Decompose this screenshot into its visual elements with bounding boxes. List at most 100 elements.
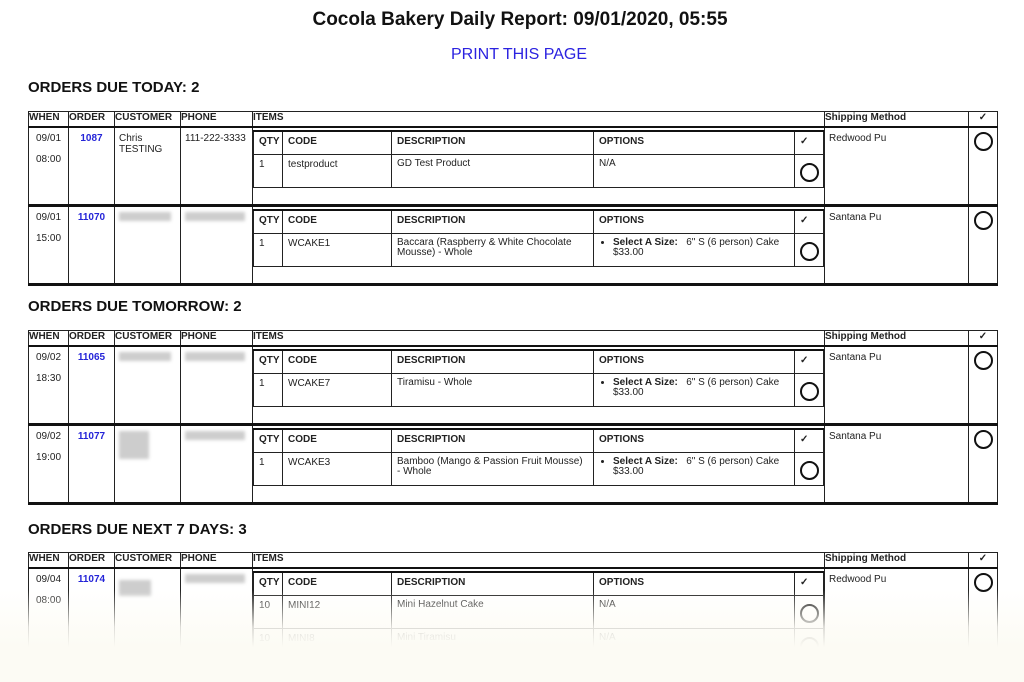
item-row: 10 MINI8 Mini Tiramisu N/A xyxy=(253,628,824,662)
item-check-cell xyxy=(794,628,824,662)
order-number-link[interactable]: 11070 xyxy=(73,212,110,223)
shipping-header: Shipping Method xyxy=(824,330,969,347)
item-check-cell xyxy=(794,595,824,629)
item-options: N/A xyxy=(593,628,795,662)
print-page-link[interactable]: PRINT THIS PAGE xyxy=(0,46,1024,64)
customer-name: Chris TESTING xyxy=(119,133,163,155)
phone-cell xyxy=(180,205,253,286)
redacted-phone xyxy=(185,212,245,221)
section-title: ORDERS DUE NEXT 7 DAYS: 3 xyxy=(28,521,247,538)
order-cell: 11065 xyxy=(68,345,115,426)
item-qty: 1 xyxy=(253,373,283,407)
shipping-cell: Redwood Pu xyxy=(824,567,969,681)
options-header: OPTIONS xyxy=(593,130,795,155)
order-header: ORDER xyxy=(68,330,115,347)
options-header: OPTIONS xyxy=(593,428,795,453)
order-number-link[interactable]: 11077 xyxy=(73,431,110,442)
order-check-circle[interactable] xyxy=(973,132,993,151)
customer-cell xyxy=(114,567,181,681)
customer-cell xyxy=(114,205,181,286)
item-description: GD Test Product xyxy=(391,154,594,188)
item-description: Mini Hazelnut Cake xyxy=(391,595,594,629)
items-cell: QTY CODE DESCRIPTION OPTIONS ✓ 10 MINI12 Mini H… xyxy=(252,567,825,681)
due-time: 15:00 xyxy=(35,233,62,244)
order-row: 09/01 08:00 1087 Chris TESTING 111-222-3333 Q… xyxy=(28,126,998,207)
item-row: 1 testproduct GD Test Product N/A xyxy=(253,154,824,188)
due-time: 18:30 xyxy=(35,373,62,384)
item-qty: 1 xyxy=(253,154,283,188)
order-number-link[interactable]: 11065 xyxy=(73,352,110,363)
shipping-method: Redwood Pu xyxy=(829,133,887,144)
item-check-header: ✓ xyxy=(794,571,824,596)
item-check-circle[interactable] xyxy=(800,382,819,401)
item-qty: 1 xyxy=(253,452,283,486)
item-check-circle[interactable] xyxy=(800,242,819,261)
due-date: 09/01 xyxy=(35,212,62,223)
item-code: WCAKE1 xyxy=(282,233,392,267)
customer-cell xyxy=(114,345,181,426)
order-check-circle[interactable] xyxy=(973,351,993,370)
phone-header: PHONE xyxy=(180,111,253,128)
item-options: Select A Size: 6" S (6 person) Cake$33.0… xyxy=(593,373,795,407)
item-description: Mini Tiramisu xyxy=(391,628,594,662)
item-code: MINI8 xyxy=(282,628,392,662)
section-title: ORDERS DUE TODAY: 2 xyxy=(28,79,200,96)
item-check-circle[interactable] xyxy=(800,604,819,623)
items-cell: QTY CODE DESCRIPTION OPTIONS ✓ 1 testproduct GD… xyxy=(252,126,825,207)
order-number-link[interactable]: 11074 xyxy=(73,574,110,585)
items-cell: QTY CODE DESCRIPTION OPTIONS ✓ 1 WCAKE3 Bamboo … xyxy=(252,424,825,505)
when-cell: 09/02 18:30 xyxy=(28,345,69,426)
phone-cell xyxy=(180,345,253,426)
due-time: 19:00 xyxy=(35,452,62,463)
item-check-cell xyxy=(794,373,824,407)
item-check-circle[interactable] xyxy=(800,163,819,182)
page-title: Cocola Bakery Daily Report: 09/01/2020, … xyxy=(312,9,728,30)
items-cell: QTY CODE DESCRIPTION OPTIONS ✓ 1 WCAKE1 Baccara… xyxy=(252,205,825,286)
order-check-circle[interactable] xyxy=(973,430,993,449)
due-date: 09/01 xyxy=(35,133,62,144)
order-number-link[interactable]: 1087 xyxy=(73,133,110,144)
shipping-method: Santana Pu xyxy=(829,352,882,363)
item-check-header: ✓ xyxy=(794,209,824,234)
items-header-row: QTY CODE DESCRIPTION OPTIONS ✓ xyxy=(253,571,824,596)
phone-header: PHONE xyxy=(180,330,253,347)
order-check-circle[interactable] xyxy=(973,573,993,592)
header-row: WHEN ORDER CUSTOMER PHONE ITEMS Shipping Meth… xyxy=(28,552,998,569)
header-row: WHEN ORDER CUSTOMER PHONE ITEMS Shipping Meth… xyxy=(28,111,998,128)
items-header: ITEMS xyxy=(252,552,825,569)
when-header: WHEN xyxy=(28,330,69,347)
item-check-circle[interactable] xyxy=(800,461,819,480)
item-description: Baccara (Raspberry & White Chocolate Mou… xyxy=(391,233,594,267)
item-options: Select A Size: 6" S (6 person) Cake$33.0… xyxy=(593,452,795,486)
option-item: Select A Size: 6" S (6 person) Cake$33.0… xyxy=(613,457,789,477)
options-list: Select A Size: 6" S (6 person) Cake$33.0… xyxy=(599,238,789,258)
customer-header: CUSTOMER xyxy=(114,330,181,347)
options-text: N/A xyxy=(599,158,616,169)
item-check-circle[interactable] xyxy=(800,637,819,656)
option-price: $33.00 xyxy=(613,466,644,477)
option-item: Select A Size: 6" S (6 person) Cake$33.0… xyxy=(613,378,789,398)
header-row: WHEN ORDER CUSTOMER PHONE ITEMS Shipping Meth… xyxy=(28,330,998,347)
order-header: ORDER xyxy=(68,111,115,128)
items-footer-spacer xyxy=(253,485,824,502)
description-header: DESCRIPTION xyxy=(391,130,594,155)
when-header: WHEN xyxy=(28,111,69,128)
phone-cell xyxy=(180,567,253,681)
phone-cell xyxy=(180,424,253,505)
due-date: 09/02 xyxy=(35,352,62,363)
customer-header: CUSTOMER xyxy=(114,111,181,128)
option-item: Select A Size: 6" S (6 person) Cake$33.0… xyxy=(613,238,789,258)
orders-table: WHEN ORDER CUSTOMER PHONE ITEMS Shipping Meth… xyxy=(28,552,998,681)
redacted-phone xyxy=(185,574,245,583)
redacted-customer-name xyxy=(119,212,171,221)
due-time: 08:00 xyxy=(35,595,62,606)
order-check-circle[interactable] xyxy=(973,211,993,230)
option-value: 6" S (6 person) Cake xyxy=(686,237,780,248)
due-time: 08:00 xyxy=(35,154,62,165)
order-row: 09/02 19:00 11077 QTY CODE DESCRIPTION OPTIONS… xyxy=(28,424,998,505)
shipping-header: Shipping Method xyxy=(824,111,969,128)
shipping-method: Santana Pu xyxy=(829,431,882,442)
items-footer-spacer xyxy=(253,187,824,204)
shipping-cell: Redwood Pu xyxy=(824,126,969,207)
item-check-header: ✓ xyxy=(794,130,824,155)
